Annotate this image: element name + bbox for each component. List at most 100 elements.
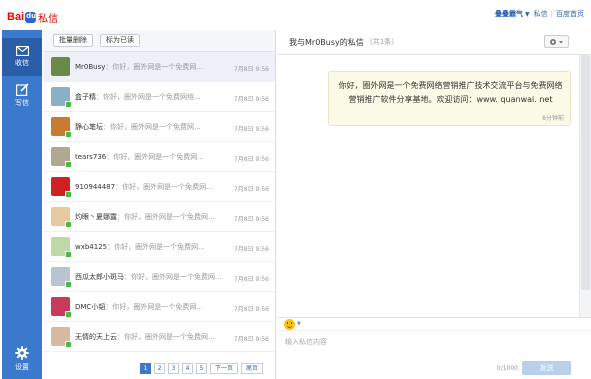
compose-icon bbox=[15, 82, 29, 96]
sidebar-item-label: 设置 bbox=[15, 363, 29, 371]
conversation-preview: 910944487：你好，圈外网是一个免费网... bbox=[75, 182, 225, 192]
sidebar-item-inbox[interactable]: 收信 bbox=[2, 38, 42, 76]
baidu-logo[interactable]: Bai 私信 bbox=[7, 9, 58, 25]
scrollbar-thumb[interactable] bbox=[581, 55, 590, 290]
sender-name[interactable]: wxb4125 bbox=[75, 243, 107, 251]
conversation-preview: 西瓜太郎小斑马：你好，圈外网是一个免费网... bbox=[75, 272, 225, 282]
logo-bai-text: Bai bbox=[7, 11, 25, 23]
conversation-item[interactable]: 910944487：你好，圈外网是一个免费网... 7月8日 9:56 bbox=[43, 172, 275, 202]
conversation-item[interactable]: 盒子精：你好，圈外网是一个免费网络... 7月8日 9:56 bbox=[43, 82, 275, 112]
conversation-item[interactable]: wxb4125：你好，圈外网是一个免费网... 7月8日 9:56 bbox=[43, 232, 275, 262]
compose-toolbar: ▼ bbox=[277, 317, 591, 330]
list-toolbar: 批量删除 标为已读 bbox=[43, 30, 275, 52]
page-4-button[interactable]: 4 bbox=[182, 363, 193, 374]
conversation-time: 7月8日 9:56 bbox=[233, 246, 269, 253]
sender-name[interactable]: Mr0Busy bbox=[75, 63, 105, 71]
sender-name[interactable]: 910944487 bbox=[75, 183, 115, 191]
message-area: 你好，圈外网是一个免费网络营销推广技术交流平台与免费网络营销推广软件分享基地。欢… bbox=[277, 55, 580, 317]
avatar[interactable] bbox=[51, 87, 72, 108]
preview-text: ：你好，圈外网是一个免费网... bbox=[117, 332, 215, 341]
preview-text: ：你好，圈外网是一个免费网... bbox=[106, 152, 204, 161]
page-1-button[interactable]: 1 bbox=[140, 363, 151, 374]
preview-text: ：你好，圈外网是一个免费网... bbox=[107, 242, 205, 251]
top-link-sixin[interactable]: 私信 bbox=[534, 9, 548, 19]
scrollbar[interactable] bbox=[580, 55, 591, 317]
username-link[interactable]: 叠叠霸气 bbox=[495, 9, 523, 19]
sender-name[interactable]: 无情的天上云 bbox=[75, 333, 117, 341]
conversation-time: 7月8日 9:56 bbox=[233, 336, 269, 343]
preview-text: ：你好，圈外网是一个免费网... bbox=[117, 212, 215, 221]
pagination: 1 2 3 4 5 下一页 尾页 bbox=[140, 363, 266, 374]
conversation-item[interactable]: DMC小韬：你好，圈外网是一个免费网... 7月8日 9:56 bbox=[43, 292, 275, 322]
chevron-down-icon[interactable]: ▼ bbox=[525, 11, 530, 18]
online-status-icon bbox=[65, 311, 72, 318]
conversation-item[interactable]: 西瓜太郎小斑马：你好，圈外网是一个免费网... 7月8日 9:56 bbox=[43, 262, 275, 292]
avatar[interactable] bbox=[51, 147, 72, 168]
last-page-button[interactable]: 尾页 bbox=[241, 363, 264, 374]
online-status-icon bbox=[65, 191, 72, 198]
avatar[interactable] bbox=[51, 297, 72, 318]
avatar[interactable] bbox=[51, 177, 72, 198]
page-5-button[interactable]: 5 bbox=[196, 363, 207, 374]
next-page-button[interactable]: 下一页 bbox=[210, 363, 239, 374]
top-links: 叠叠霸气 ▼ 私信 | 百度首页 bbox=[495, 9, 584, 19]
avatar[interactable] bbox=[51, 237, 72, 258]
message-time: 8分钟前 bbox=[542, 115, 564, 122]
send-button[interactable]: 发送 bbox=[522, 361, 571, 375]
message-count: （共1条） bbox=[365, 38, 399, 46]
sidebar-item-compose[interactable]: 写信 bbox=[2, 76, 42, 114]
gear-icon bbox=[15, 346, 29, 360]
conversation-time: 7月8日 9:56 bbox=[233, 96, 269, 103]
message-bubble: 你好，圈外网是一个免费网络营销推广技术交流平台与免费网络营销推广软件分享基地。欢… bbox=[328, 71, 571, 126]
conversation-time: 7月8日 9:56 bbox=[233, 186, 269, 193]
conversation-item[interactable]: 静心笔坛：你好，圈外网是一个免费网... 7月8日 9:56 bbox=[43, 112, 275, 142]
avatar[interactable] bbox=[51, 207, 72, 228]
batch-delete-button[interactable]: 批量删除 bbox=[53, 34, 93, 47]
chevron-down-icon[interactable]: ▼ bbox=[297, 321, 301, 327]
sender-name[interactable]: 西瓜太郎小斑马 bbox=[75, 273, 124, 281]
avatar[interactable] bbox=[51, 267, 72, 288]
emoji-icon[interactable] bbox=[284, 318, 295, 330]
conversation-preview: 盒子精：你好，圈外网是一个免费网络... bbox=[75, 92, 225, 102]
online-status-icon bbox=[65, 101, 72, 108]
conversation-preview: Mr0Busy：你好，圈外网是一个免费网... bbox=[75, 62, 225, 72]
sender-name[interactable]: 静心笔坛 bbox=[75, 123, 103, 131]
sender-name[interactable]: 盒子精 bbox=[75, 93, 96, 101]
preview-text: ：你好，圈外网是一个免费网... bbox=[105, 302, 204, 311]
chat-panel: 我与Mr0Busy的私信 （共1条） 你好，圈外网是一个免费网络营销推广技术交流… bbox=[277, 30, 591, 379]
preview-text: ：你好，圈外网是一个免费网... bbox=[124, 272, 222, 281]
sender-name[interactable]: 灼眼丶夏娜露 bbox=[75, 213, 117, 221]
avatar[interactable] bbox=[51, 57, 70, 76]
top-link-baidu-home[interactable]: 百度首页 bbox=[556, 9, 584, 19]
gear-icon bbox=[550, 38, 563, 45]
conversation-item[interactable]: 灼眼丶夏娜露：你好，圈外网是一个免费网... 7月8日 9:56 bbox=[43, 202, 275, 232]
conversation-time: 7月8日 9:56 bbox=[233, 216, 269, 223]
preview-text: ：你好，圈外网是一个免费网... bbox=[115, 182, 213, 191]
online-status-icon bbox=[65, 221, 72, 228]
online-status-icon bbox=[65, 161, 72, 168]
avatar[interactable] bbox=[51, 327, 72, 348]
avatar[interactable] bbox=[51, 117, 72, 138]
message-text: 你好，圈外网是一个免费网络营销推广技术交流平台与免费网络营销推广软件分享基地。欢… bbox=[338, 81, 563, 104]
online-status-icon bbox=[65, 131, 72, 138]
conversation-item[interactable]: 无情的天上云：你好，圈外网是一个免费网... 7月8日 9:56 bbox=[43, 322, 275, 352]
sidebar-item-settings[interactable]: 设置 bbox=[2, 340, 42, 378]
conversation-time: 7月8日 9:56 bbox=[233, 126, 269, 133]
mark-read-button[interactable]: 标为已读 bbox=[100, 34, 140, 47]
chat-title: 我与Mr0Busy的私信 bbox=[289, 37, 364, 47]
online-status-icon bbox=[65, 281, 72, 288]
conversation-item[interactable]: Mr0Busy：你好，圈外网是一个免费网... 7月8日 9:56 bbox=[43, 52, 275, 82]
top-header: Bai 私信 叠叠霸气 ▼ 私信 | 百度首页 bbox=[0, 0, 591, 30]
conversation-preview: 无情的天上云：你好，圈外网是一个免费网... bbox=[75, 332, 225, 342]
char-counter: 0/1000 bbox=[496, 365, 518, 372]
preview-text: ：你好，圈外网是一个免费网络... bbox=[96, 92, 201, 101]
preview-text: ：你好，圈外网是一个免费网... bbox=[103, 122, 201, 131]
page-2-button[interactable]: 2 bbox=[154, 363, 165, 374]
page-3-button[interactable]: 3 bbox=[168, 363, 179, 374]
conversation-preview: 静心笔坛：你好，圈外网是一个免费网... bbox=[75, 122, 225, 132]
conversation-item[interactable]: tears736：你好，圈外网是一个免费网... 7月8日 9:56 bbox=[43, 142, 275, 172]
sender-name[interactable]: tears736 bbox=[75, 153, 106, 161]
conversation-preview: 灼眼丶夏娜露：你好，圈外网是一个免费网... bbox=[75, 212, 225, 222]
sender-name[interactable]: DMC小韬 bbox=[75, 303, 105, 311]
chat-settings-button[interactable] bbox=[544, 35, 569, 48]
